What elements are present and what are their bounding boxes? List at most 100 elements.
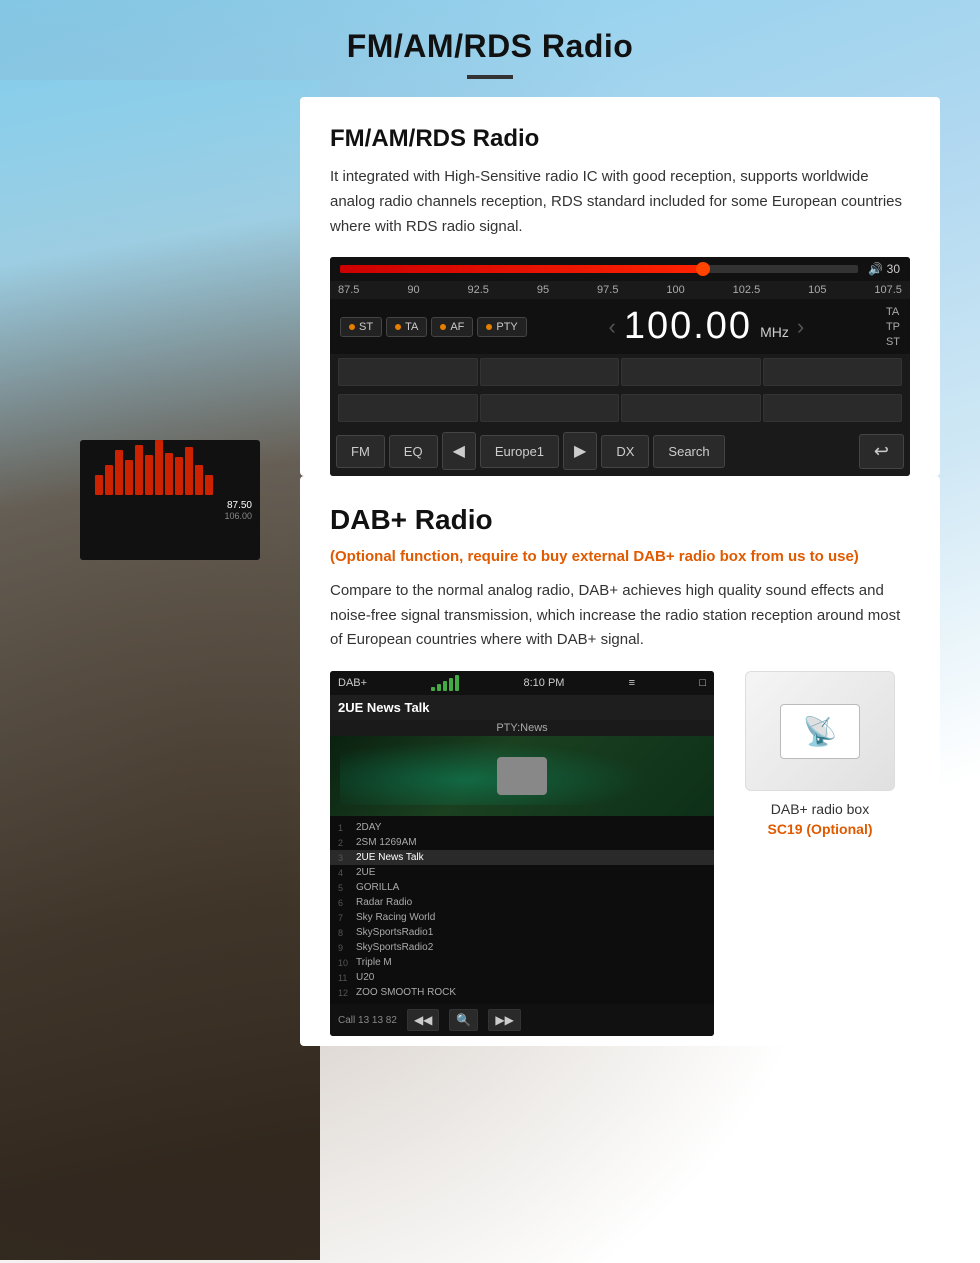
dx-button[interactable]: DX <box>601 435 649 468</box>
dab-call-bar: Call 13 13 82 ◀◀ 🔍 ▶▶ <box>330 1004 714 1036</box>
radio-frequency-display: ‹ 100.00 MHz › <box>535 305 878 348</box>
list-item[interactable]: 7Sky Racing World <box>330 910 714 925</box>
radio-bottom-bar: FM EQ ◀ Europe1 ▶ DX Search ↩ <box>330 426 910 476</box>
radio-progress-bar-row: 🔊 30 <box>330 257 910 281</box>
dab-menu-icon: ≡ <box>629 677 635 689</box>
scale-label-1025: 102.5 <box>733 284 761 296</box>
fm-button[interactable]: FM <box>336 435 385 468</box>
list-item[interactable]: 5GORILLA <box>330 880 714 895</box>
dab-next-btn[interactable]: ▶▶ <box>488 1009 520 1031</box>
dab-label: DAB+ <box>338 677 367 689</box>
radio-frequency-number: 100.00 <box>624 305 752 348</box>
mode-st-dot <box>349 324 355 330</box>
radio-preset-row-1 <box>330 354 910 390</box>
preset-btn-8[interactable] <box>763 394 903 422</box>
car-screen-freq2: 106.00 <box>80 511 260 521</box>
mode-st-btn[interactable]: ST <box>340 317 382 337</box>
dab-close-icon: □ <box>699 677 706 689</box>
dab-box-model: SC19 (Optional) <box>767 821 872 837</box>
back-button[interactable]: ↩ <box>859 434 904 469</box>
preset-btn-5[interactable] <box>338 394 478 422</box>
car-interior-simulation <box>0 80 320 1260</box>
dab-visual-area <box>330 736 714 816</box>
fm-section-description: It integrated with High-Sensitive radio … <box>330 165 910 239</box>
dab-optional-text: (Optional function, require to buy exter… <box>330 546 910 569</box>
preset-btn-6[interactable] <box>480 394 620 422</box>
dab-section: DAB+ Radio (Optional function, require t… <box>300 476 940 1046</box>
sig-bar-5 <box>455 675 459 691</box>
radio-progress-thumb <box>696 262 710 276</box>
dab-box-area: 📡 DAB+ radio box SC19 (Optional) <box>730 671 910 1036</box>
radio-frequency-unit: MHz <box>760 324 789 340</box>
radio-preset-row-2 <box>330 390 910 426</box>
sig-bar-3 <box>443 681 447 691</box>
list-item[interactable]: 22SM 1269AM <box>330 835 714 850</box>
dab-screenshots-row: DAB+ 8:10 PM ≡ □ <box>330 671 910 1036</box>
dab-channel-name: 2UE News Talk <box>338 700 430 715</box>
mode-pty-dot <box>486 324 492 330</box>
scale-label-875: 87.5 <box>338 284 359 296</box>
dab-radio-icon <box>497 757 547 795</box>
scale-label-105: 105 <box>808 284 826 296</box>
list-item[interactable]: 42UE <box>330 865 714 880</box>
smoke-effect <box>340 741 647 805</box>
list-item[interactable]: 11U20 <box>330 970 714 985</box>
scale-label-925: 92.5 <box>468 284 489 296</box>
list-item[interactable]: 9SkySportsRadio2 <box>330 940 714 955</box>
list-item-active[interactable]: 32UE News Talk <box>330 850 714 865</box>
page-title-area: FM/AM/RDS Radio <box>0 0 980 97</box>
prev-button[interactable]: ◀ <box>442 432 476 470</box>
dab-section-description: Compare to the normal analog radio, DAB+… <box>330 579 910 653</box>
fm-section: FM/AM/RDS Radio It integrated with High-… <box>300 97 940 476</box>
eq-button[interactable]: EQ <box>389 435 438 468</box>
next-button[interactable]: ▶ <box>563 432 597 470</box>
preset-btn-2[interactable] <box>480 358 620 386</box>
main-content-panel: FM/AM/RDS Radio It integrated with High-… <box>300 97 940 1046</box>
mode-ta-btn[interactable]: TA <box>386 317 427 337</box>
list-item[interactable]: 10Triple M <box>330 955 714 970</box>
scale-label-975: 97.5 <box>597 284 618 296</box>
sig-bar-1 <box>431 687 435 691</box>
preset-btn-1[interactable] <box>338 358 478 386</box>
dab-channel-row: 2UE News Talk <box>330 695 714 720</box>
car-dashboard-screen: 87.50 106.00 <box>80 440 260 560</box>
radio-volume-display: 🔊 30 <box>868 262 900 276</box>
radio-frequency-scale: 87.5 90 92.5 95 97.5 100 102.5 105 107.5 <box>330 281 910 299</box>
dab-pty-label: PTY:News <box>330 720 714 736</box>
list-item[interactable]: 6Radar Radio <box>330 895 714 910</box>
right-mode-st: ST <box>886 336 900 348</box>
mode-af-btn[interactable]: AF <box>431 317 473 337</box>
dab-time: 8:10 PM <box>523 677 564 689</box>
preset-btn-7[interactable] <box>621 394 761 422</box>
radio-progress-track <box>340 265 858 273</box>
freq-prev-arrow[interactable]: ‹ <box>609 314 616 340</box>
list-item[interactable]: 12DAY <box>330 820 714 835</box>
mode-ta-dot <box>395 324 401 330</box>
page-title: FM/AM/RDS Radio <box>0 28 980 65</box>
dab-call-text: Call 13 13 82 <box>338 1015 397 1026</box>
radio-progress-fill <box>340 265 703 273</box>
hero-background: 87.50 106.00 FM/AM/RDS Radio FM/AM/RDS R… <box>0 0 980 1263</box>
preset-btn-4[interactable] <box>763 358 903 386</box>
list-item[interactable]: 12ZOO SMOOTH ROCK <box>330 985 714 1000</box>
dab-prev-btn[interactable]: ◀◀ <box>407 1009 439 1031</box>
search-button[interactable]: Search <box>653 435 724 468</box>
right-mode-tp: TP <box>886 321 900 333</box>
freq-next-arrow[interactable]: › <box>797 314 804 340</box>
mode-pty-btn[interactable]: PTY <box>477 317 526 337</box>
list-item[interactable]: 8SkySportsRadio1 <box>330 925 714 940</box>
dab-signal-bars <box>431 675 459 691</box>
preset-btn-3[interactable] <box>621 358 761 386</box>
dab-box-icon: 📡 <box>803 715 838 748</box>
car-image-area: 87.50 106.00 <box>0 80 320 1260</box>
dab-box-inner: 📡 <box>780 704 860 759</box>
right-mode-ta: TA <box>886 306 899 318</box>
car-screen-freq: 87.50 <box>80 500 260 511</box>
europe1-button[interactable]: Europe1 <box>480 435 559 468</box>
fm-section-title: FM/AM/RDS Radio <box>330 125 910 153</box>
dab-box-label: DAB+ radio box <box>771 801 869 817</box>
dab-station-list: 12DAY 22SM 1269AM 32UE News Talk 42UE 5G… <box>330 816 714 1004</box>
scale-label-90: 90 <box>407 284 419 296</box>
dab-search-btn[interactable]: 🔍 <box>449 1009 478 1031</box>
radio-right-modes: TA TP ST <box>886 306 900 348</box>
